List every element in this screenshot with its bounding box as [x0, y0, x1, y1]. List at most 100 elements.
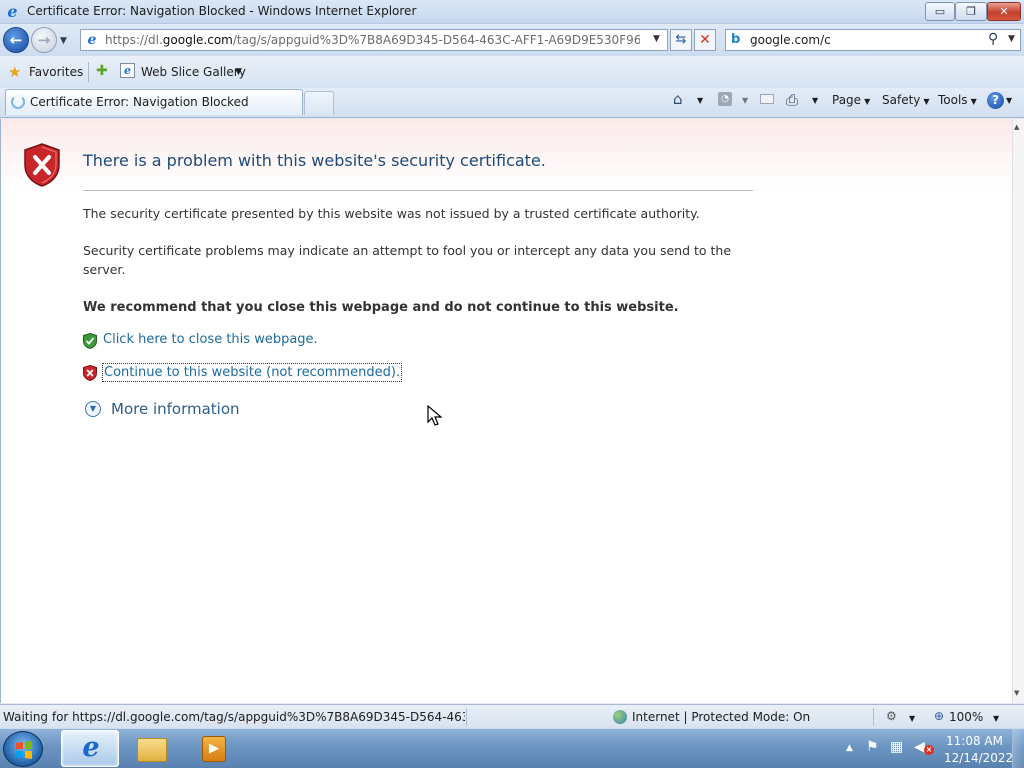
- address-dropdown-icon[interactable]: ▼: [653, 34, 660, 44]
- mouse-cursor-icon: [427, 405, 443, 426]
- media-player-icon: ▶: [202, 736, 226, 762]
- start-button[interactable]: [3, 731, 43, 767]
- popup-dropdown-icon[interactable]: ▼: [909, 714, 915, 723]
- chevron-down-icon: ▼: [923, 97, 930, 106]
- chevron-down-icon: ▼: [970, 97, 977, 106]
- clock-date[interactable]: 12/14/2022: [944, 751, 1013, 765]
- stop-icon[interactable]: ✕: [694, 29, 716, 51]
- history-dropdown-icon[interactable]: ▼: [60, 36, 67, 46]
- page-ie-icon: e: [87, 32, 97, 48]
- page-menu-label: Page: [832, 93, 862, 107]
- print-icon[interactable]: ⎙: [786, 91, 798, 109]
- show-hidden-icons-icon[interactable]: ▲: [846, 743, 853, 753]
- ie-icon[interactable]: e: [4, 3, 21, 20]
- help-icon[interactable]: ?: [987, 92, 1004, 109]
- search-dropdown-icon[interactable]: ▼: [1008, 34, 1015, 44]
- loading-spinner-icon: [11, 95, 25, 109]
- favorites-button[interactable]: Favorites: [29, 65, 83, 79]
- scroll-down-icon[interactable]: ▼: [1014, 689, 1019, 697]
- status-divider: [873, 708, 874, 726]
- feeds-dropdown-icon[interactable]: ▼: [742, 96, 748, 105]
- recommendation-text: We recommend that you close this webpage…: [83, 300, 679, 315]
- taskbar-media-player[interactable]: ▶: [183, 730, 241, 767]
- mail-icon[interactable]: [760, 94, 774, 104]
- feeds-icon[interactable]: ◔: [718, 92, 732, 106]
- ie-icon: e: [82, 732, 100, 763]
- show-desktop-button[interactable]: [1012, 729, 1024, 768]
- window-title: Certificate Error: Navigation Blocked - …: [27, 4, 417, 18]
- url-prefix: https://dl.: [105, 33, 163, 47]
- close-webpage-link[interactable]: Click here to close this webpage.: [103, 332, 318, 347]
- minimize-button[interactable]: ▭: [925, 2, 955, 21]
- back-arrow-icon[interactable]: ←: [3, 27, 29, 53]
- scroll-up-icon[interactable]: ▲: [1014, 123, 1019, 131]
- more-information-link[interactable]: More information: [111, 400, 240, 418]
- status-bar: Waiting for https://dl.google.com/tag/s/…: [0, 704, 1024, 728]
- taskbar: e ▶ ▲ ⚑ ▦ ◀ × 11:08 AM 12/14/2022: [0, 728, 1024, 768]
- tools-menu-label: Tools: [938, 93, 968, 107]
- taskbar-windows-explorer[interactable]: [122, 730, 180, 767]
- page-title: There is a problem with this website's s…: [83, 151, 546, 170]
- favorites-bar: ★ Favorites ✚ e Web Slice Gallery ▼: [0, 56, 1024, 88]
- restore-button[interactable]: ❐: [955, 2, 987, 21]
- status-text: Waiting for https://dl.google.com/tag/s/…: [3, 710, 465, 724]
- help-dropdown-icon[interactable]: ▼: [1006, 96, 1012, 105]
- web-slice-icon: e: [120, 63, 135, 78]
- home-icon[interactable]: ⌂: [673, 90, 683, 108]
- security-zone-text[interactable]: Internet | Protected Mode: On: [632, 710, 810, 724]
- security-warning-text: Security certificate problems may indica…: [83, 243, 732, 277]
- url-domain: google.com: [162, 33, 233, 47]
- refresh-icon[interactable]: ⇆: [670, 29, 692, 51]
- windows-logo-icon: [16, 741, 32, 759]
- mute-badge-icon: ×: [924, 745, 934, 755]
- search-box[interactable]: b google.com/c ⚲ ▼: [725, 29, 1021, 51]
- volume-muted-icon[interactable]: ◀: [914, 739, 925, 755]
- taskbar-internet-explorer[interactable]: e: [61, 730, 119, 767]
- navigation-bar: ← → ▼ e https://dl.google.com/tag/s/appg…: [0, 24, 1024, 56]
- green-shield-icon: [83, 333, 97, 349]
- bing-icon: b: [731, 32, 741, 47]
- url-path: /tag/s/appguid%3D%7B8A69D345-D564-463C-A…: [232, 33, 640, 47]
- tools-menu[interactable]: Tools ▼: [938, 93, 977, 107]
- error-shield-icon: [24, 143, 60, 187]
- favorites-separator: [88, 62, 89, 82]
- flag-icon[interactable]: ⚑: [866, 739, 879, 755]
- untrusted-authority-text: The security certificate presented by th…: [83, 206, 700, 221]
- tab-row: Certificate Error: Navigation Blocked ⌂ …: [0, 88, 1024, 118]
- zoom-dropdown-icon[interactable]: ▼: [993, 714, 999, 723]
- clock-time[interactable]: 11:08 AM: [946, 734, 1003, 748]
- search-input[interactable]: google.com/c: [750, 33, 831, 47]
- new-tab-button[interactable]: [304, 91, 334, 115]
- status-divider: [466, 708, 467, 726]
- chevron-down-icon: ▼: [864, 97, 871, 106]
- page-menu[interactable]: Page ▼: [832, 93, 870, 107]
- address-url[interactable]: https://dl.google.com/tag/s/appguid%3D%7…: [105, 33, 640, 47]
- web-slice-gallery-link[interactable]: Web Slice Gallery: [141, 65, 246, 79]
- red-shield-icon: [83, 365, 97, 381]
- heading-divider: [83, 190, 753, 191]
- close-window-button[interactable]: ✕: [987, 2, 1021, 21]
- page-content: There is a problem with this website's s…: [0, 119, 1012, 703]
- address-bar[interactable]: e https://dl.google.com/tag/s/appguid%3D…: [80, 29, 668, 51]
- safety-menu-label: Safety: [882, 93, 921, 107]
- favorites-star-icon[interactable]: ★: [8, 63, 21, 81]
- network-icon[interactable]: ▦: [890, 739, 903, 755]
- forward-arrow-icon[interactable]: →: [31, 27, 57, 53]
- globe-icon: [613, 710, 627, 724]
- popup-blocker-icon[interactable]: ⚙: [886, 709, 897, 723]
- continue-to-website-link[interactable]: Continue to this website (not recommende…: [102, 363, 403, 382]
- tab-label: Certificate Error: Navigation Blocked: [30, 95, 249, 109]
- expand-circle-icon[interactable]: ▼: [85, 401, 101, 417]
- add-favorites-icon[interactable]: ✚: [96, 63, 108, 79]
- folder-icon: [137, 738, 167, 762]
- search-icon[interactable]: ⚲: [988, 31, 998, 47]
- vertical-scrollbar[interactable]: ▲ ▼: [1012, 119, 1024, 703]
- zoom-level[interactable]: 100%: [949, 710, 983, 724]
- zoom-icon[interactable]: ⊕: [934, 709, 944, 723]
- web-slice-dropdown-icon[interactable]: ▼: [235, 67, 242, 77]
- home-dropdown-icon[interactable]: ▼: [697, 96, 703, 105]
- print-dropdown-icon[interactable]: ▼: [812, 96, 818, 105]
- tab-certificate-error[interactable]: Certificate Error: Navigation Blocked: [5, 89, 303, 115]
- safety-menu[interactable]: Safety ▼: [882, 93, 930, 107]
- title-bar: e Certificate Error: Navigation Blocked …: [0, 0, 1024, 24]
